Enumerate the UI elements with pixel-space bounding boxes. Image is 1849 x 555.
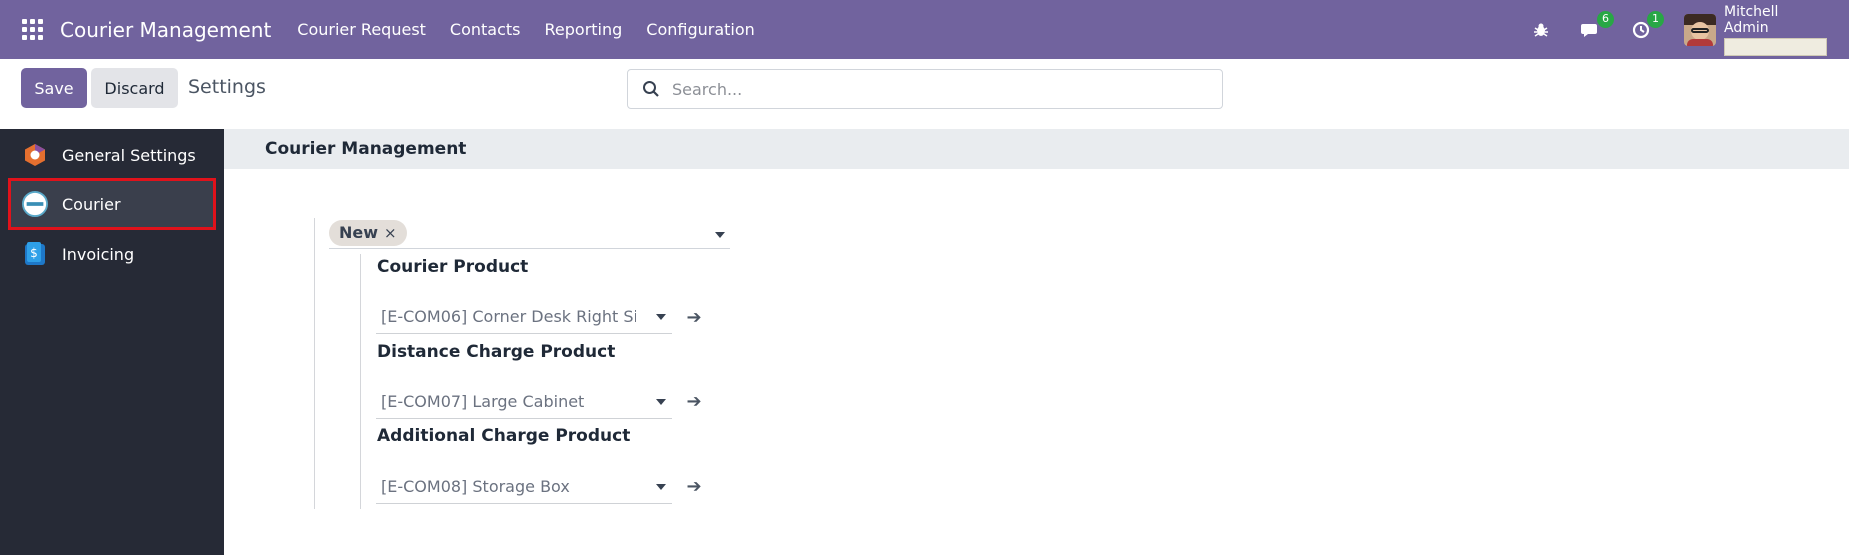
user-menu[interactable]: Mitchell Admin [1724,4,1827,56]
user-name: Mitchell Admin [1724,3,1779,36]
control-panel: Save Discard Settings [0,59,1849,129]
chevron-down-icon[interactable] [715,232,725,238]
breadcrumb: Settings [188,76,266,98]
odoo-settings-icon [22,142,48,168]
divider [360,254,361,509]
search-bar[interactable] [627,69,1223,109]
menu-courier-request[interactable]: Courier Request [297,20,426,39]
courier-product-label: Courier Product [377,257,529,277]
debug-bug-icon[interactable] [1530,19,1552,41]
distance-charge-product-field[interactable] [376,385,672,419]
additional-charge-product-input[interactable] [376,470,636,502]
top-navbar: Courier Management Courier Request Conta… [0,0,1849,59]
activities-count-badge: 1 [1647,10,1664,28]
messages-chat-icon[interactable]: 6 [1580,10,1614,41]
database-name-redacted [1724,37,1827,56]
open-record-arrow-icon[interactable]: ➔ [685,478,703,496]
menu-configuration[interactable]: Configuration [646,20,755,39]
activities-clock-icon[interactable]: 1 [1630,10,1664,41]
many2many-tags-field[interactable]: New × [329,220,730,249]
additional-charge-product-field[interactable] [376,470,672,504]
courier-product-input[interactable] [376,300,636,332]
tag-label: New [339,223,379,242]
additional-charge-product-label: Additional Charge Product [377,426,631,446]
search-icon [642,80,660,98]
sidebar-item-general-settings[interactable]: General Settings [10,131,214,179]
tag-new: New × [329,220,407,246]
settings-sidebar: General Settings Courier $ Invoicing [0,129,224,555]
chevron-down-icon[interactable] [656,399,666,405]
discard-button[interactable]: Discard [91,68,178,108]
chevron-down-icon[interactable] [656,484,666,490]
divider [314,218,315,509]
svg-text:$: $ [30,246,38,260]
sidebar-item-label: Invoicing [62,244,135,264]
app-title[interactable]: Courier Management [60,18,271,42]
chevron-down-icon[interactable] [656,314,666,320]
courier-product-field[interactable] [376,300,672,334]
tag-remove-icon[interactable]: × [384,220,397,246]
sidebar-item-invoicing[interactable]: $ Invoicing [10,230,214,278]
distance-charge-product-input[interactable] [376,385,636,417]
section-title: Courier Management [224,129,1849,169]
sidebar-item-label: General Settings [62,145,196,165]
distance-charge-product-label: Distance Charge Product [377,342,616,362]
systray: 6 1 Mitchell Admin [1516,0,1849,59]
save-button[interactable]: Save [21,68,87,108]
search-input[interactable] [672,79,1212,99]
menu-contacts[interactable]: Contacts [450,20,521,39]
open-record-arrow-icon[interactable]: ➔ [685,393,703,411]
app-menu-icon[interactable] [22,18,44,41]
messages-count-badge: 6 [1597,10,1614,28]
open-record-arrow-icon[interactable]: ➔ [685,309,703,327]
settings-main: Courier Management New × Courier Product… [224,129,1849,555]
sidebar-item-courier[interactable]: Courier [8,178,216,230]
courier-app-icon [22,191,48,217]
invoicing-icon: $ [22,241,48,267]
menu-reporting[interactable]: Reporting [545,20,623,39]
user-avatar[interactable] [1684,13,1716,46]
sidebar-item-label: Courier [62,194,121,214]
